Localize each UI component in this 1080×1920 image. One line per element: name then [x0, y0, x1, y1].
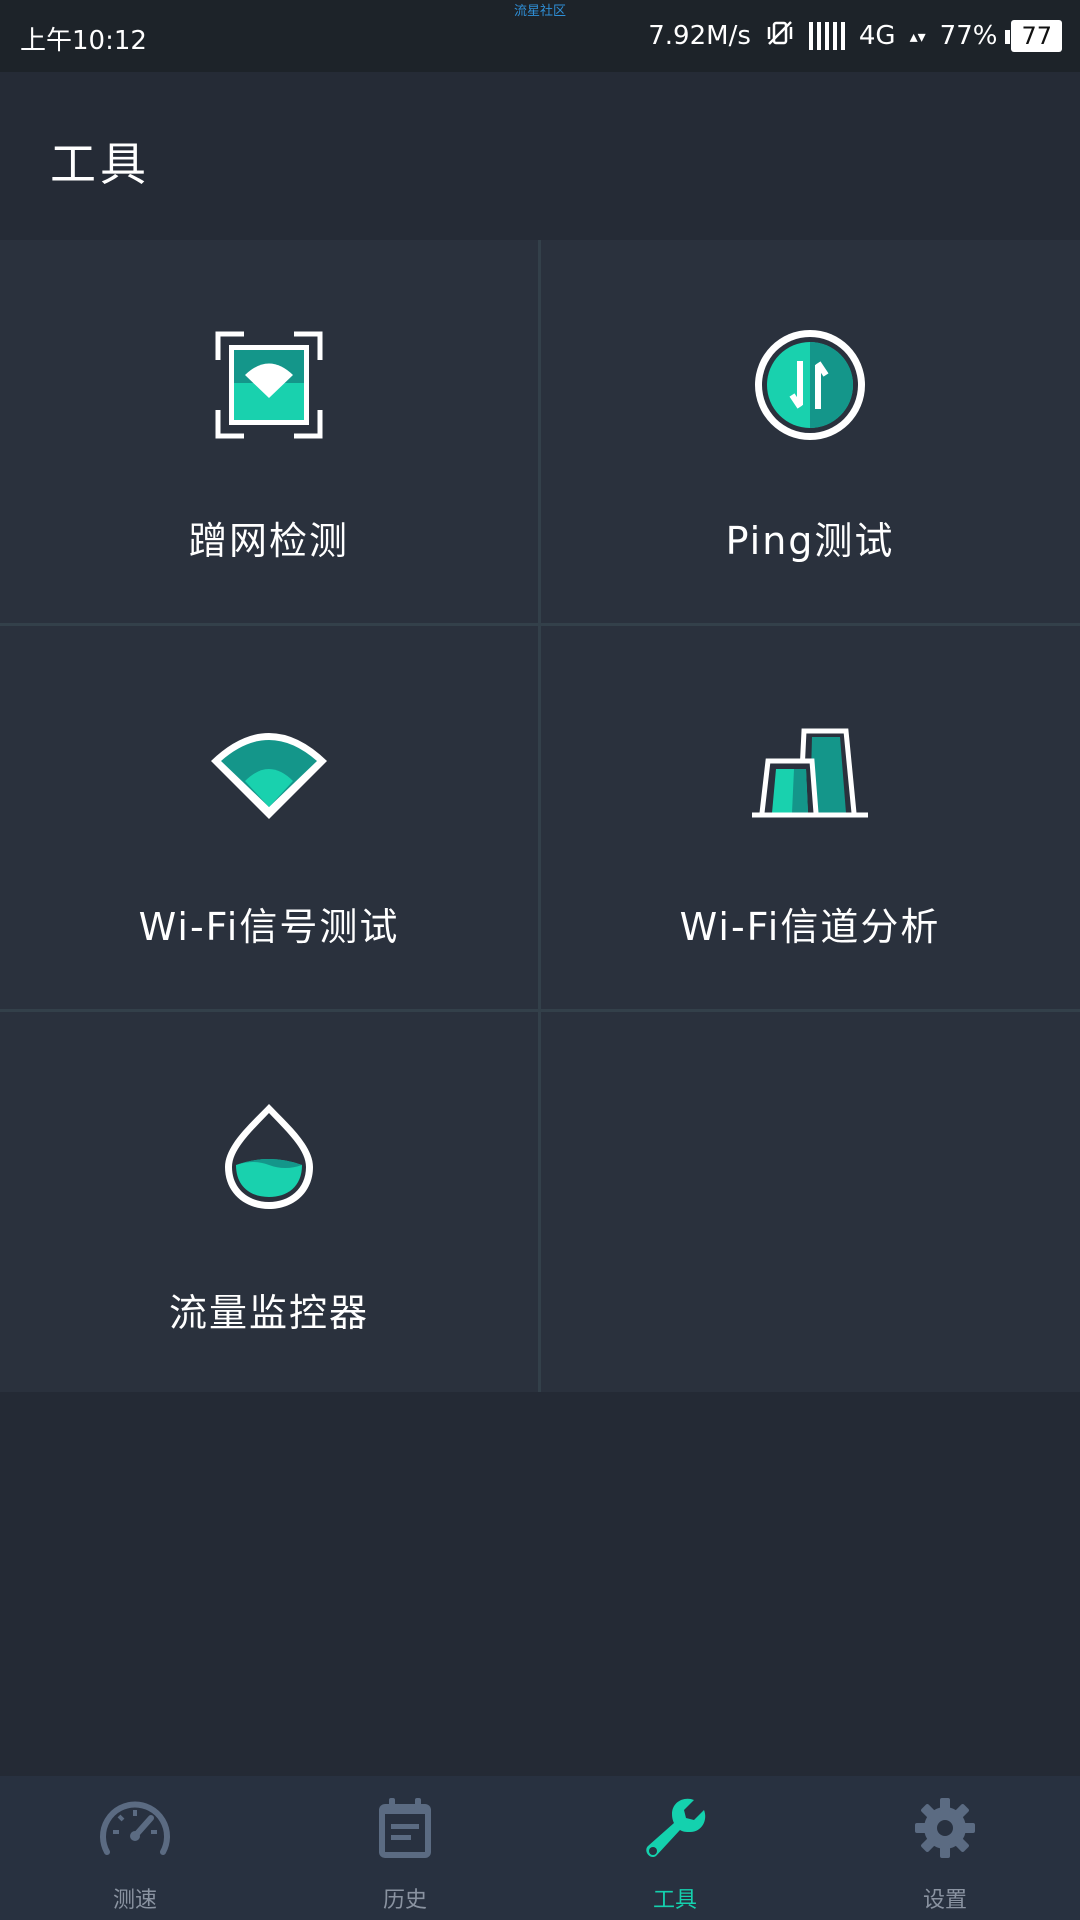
grid-divider-horizontal: [0, 1009, 1080, 1012]
tool-ping[interactable]: Ping测试: [541, 240, 1079, 623]
vibrate-off-icon: [765, 18, 795, 55]
tool-label: 流量监控器: [168, 1291, 369, 1335]
page-title: 工具: [50, 137, 150, 191]
battery-level: 77: [1021, 22, 1052, 50]
ping-arrows-icon: [755, 330, 865, 440]
nav-item-speedtest[interactable]: 测速: [0, 1776, 270, 1920]
history-icon: [379, 1798, 431, 1858]
nav-item-history[interactable]: 历史: [270, 1776, 540, 1920]
data-drop-icon: [225, 1104, 313, 1209]
tool-wifi-signal[interactable]: Wi-Fi信号测试: [0, 626, 538, 1009]
status-time: 上午10:12: [20, 26, 147, 56]
status-bar: 流星社区 上午10:12 7.92M/s 4G ▴▾ 77% 77: [0, 0, 1080, 72]
wifi-signal-icon: [211, 733, 327, 819]
grid-divider-vertical: [538, 240, 541, 1392]
nav-label: 测速: [112, 1888, 157, 1913]
bottom-nav: 测速 历史 工具 设置: [0, 1776, 1080, 1920]
nav-label: 工具: [652, 1888, 697, 1913]
channel-analysis-icon: [752, 728, 868, 818]
empty-cell: [541, 1012, 1079, 1395]
grid-divider-horizontal: [0, 623, 1080, 626]
data-arrows-icon: ▴▾: [909, 26, 926, 46]
tool-label: Ping测试: [725, 519, 895, 563]
wrench-icon: [646, 1798, 706, 1857]
nav-label: 设置: [922, 1888, 967, 1913]
empty-area: [0, 1392, 1080, 1776]
gear-icon: [915, 1798, 975, 1858]
battery-percent: 77%: [939, 21, 998, 51]
wifi-scan-icon: [215, 331, 323, 439]
tool-label: 蹭网检测: [188, 519, 349, 563]
tool-label: Wi-Fi信号测试: [138, 905, 400, 949]
network-type: 4G: [858, 21, 896, 51]
status-indicators: 7.92M/s 4G ▴▾ 77% 77: [648, 14, 1062, 58]
tool-label: Wi-Fi信道分析: [679, 905, 941, 949]
signal-icon: [808, 22, 845, 50]
tool-wifi-scan[interactable]: 蹭网检测: [0, 240, 538, 623]
nav-item-settings[interactable]: 设置: [810, 1776, 1080, 1920]
net-speed: 7.92M/s: [648, 21, 751, 51]
nav-item-tools[interactable]: 工具: [540, 1776, 810, 1920]
battery-icon: 77: [1005, 20, 1062, 52]
tools-grid: 蹭网检测 Ping测试 Wi-Fi信号测试 Wi-Fi信道分析 流量监控器: [0, 240, 1080, 1395]
speedometer-icon: [100, 1801, 170, 1855]
tool-data-monitor[interactable]: 流量监控器: [0, 1012, 538, 1395]
tool-channel-analysis[interactable]: Wi-Fi信道分析: [541, 626, 1079, 1009]
app-header: 工具: [0, 72, 1080, 240]
nav-label: 历史: [382, 1888, 427, 1913]
